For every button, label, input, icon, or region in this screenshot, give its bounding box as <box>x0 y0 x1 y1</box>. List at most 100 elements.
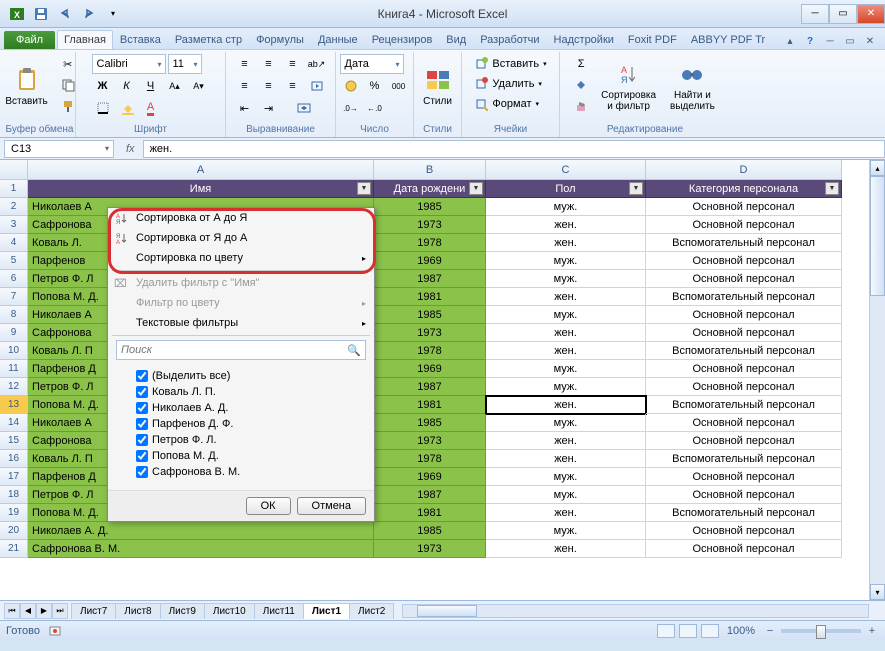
sheet-tab-Лист8[interactable]: Лист8 <box>115 603 160 619</box>
doc-restore-icon[interactable]: ▭ <box>841 33 859 49</box>
row-header-20[interactable]: 20 <box>0 522 28 540</box>
increase-decimal-icon[interactable]: .0→ <box>340 98 362 118</box>
cell-B2[interactable]: 1985 <box>374 198 486 216</box>
merge-icon[interactable] <box>282 98 326 118</box>
filter-check-item[interactable]: Сафронова В. М. <box>136 464 362 480</box>
row-header-9[interactable]: 9 <box>0 324 28 342</box>
filter-ok-button[interactable]: ОК <box>246 497 291 515</box>
cell-D9[interactable]: Основной персонал <box>646 324 842 342</box>
cell-C13[interactable]: жен. <box>486 396 646 414</box>
font-size-combo[interactable]: 11 <box>168 54 202 74</box>
cell-C3[interactable]: жен. <box>486 216 646 234</box>
cell-B15[interactable]: 1973 <box>374 432 486 450</box>
cell-C8[interactable]: муж. <box>486 306 646 324</box>
formula-input[interactable]: жен. <box>143 140 885 158</box>
align-left-icon[interactable]: ≡ <box>234 76 256 96</box>
doc-minimize-icon[interactable]: ─ <box>821 33 839 49</box>
cell-D19[interactable]: Вспомогательный персонал <box>646 504 842 522</box>
borders-icon[interactable] <box>92 98 114 118</box>
filter-check-item[interactable]: Николаев А. Д. <box>136 400 362 416</box>
cell-B11[interactable]: 1969 <box>374 360 486 378</box>
undo-icon[interactable] <box>54 4 76 24</box>
delete-cells-button[interactable]: Удалить▾ <box>473 74 547 94</box>
cell-B4[interactable]: 1978 <box>374 234 486 252</box>
find-select-button[interactable]: Найти и выделить <box>665 54 720 118</box>
cell-D14[interactable]: Основной персонал <box>646 414 842 432</box>
scroll-down-icon[interactable]: ▾ <box>870 584 885 600</box>
cell-B9[interactable]: 1973 <box>374 324 486 342</box>
fill-icon[interactable] <box>570 75 592 95</box>
filter-check-item[interactable]: Петров Ф. Л. <box>136 432 362 448</box>
align-center-icon[interactable]: ≡ <box>258 76 280 96</box>
row-header-19[interactable]: 19 <box>0 504 28 522</box>
page-layout-view-icon[interactable] <box>679 624 697 638</box>
row-header-16[interactable]: 16 <box>0 450 28 468</box>
decrease-font-icon[interactable]: A▾ <box>188 76 210 96</box>
ribbon-tab-1[interactable]: Вставка <box>113 30 168 49</box>
qat-customize-icon[interactable]: ▾ <box>102 4 124 24</box>
cell-B18[interactable]: 1987 <box>374 486 486 504</box>
cell-D21[interactable]: Основной персонал <box>646 540 842 558</box>
row-header-6[interactable]: 6 <box>0 270 28 288</box>
increase-indent-icon[interactable]: ⇥ <box>258 98 280 118</box>
row-header-21[interactable]: 21 <box>0 540 28 558</box>
cell-D5[interactable]: Основной персонал <box>646 252 842 270</box>
row-header-12[interactable]: 12 <box>0 378 28 396</box>
filter-check-item[interactable]: (Выделить все) <box>136 368 362 384</box>
scroll-up-icon[interactable]: ▴ <box>870 160 885 176</box>
cell-B3[interactable]: 1973 <box>374 216 486 234</box>
cell-C16[interactable]: жен. <box>486 450 646 468</box>
help-icon[interactable]: ? <box>801 33 819 49</box>
cell-D18[interactable]: Основной персонал <box>646 486 842 504</box>
cell-C4[interactable]: жен. <box>486 234 646 252</box>
ribbon-tab-2[interactable]: Разметка стр <box>168 30 249 49</box>
align-middle-icon[interactable]: ≡ <box>258 54 280 74</box>
column-header-D[interactable]: D <box>646 160 842 180</box>
autosum-icon[interactable]: Σ <box>570 54 592 74</box>
cell-B8[interactable]: 1985 <box>374 306 486 324</box>
row-header-10[interactable]: 10 <box>0 342 28 360</box>
row-header-3[interactable]: 3 <box>0 216 28 234</box>
cell-D20[interactable]: Основной персонал <box>646 522 842 540</box>
column-header-C[interactable]: C <box>486 160 646 180</box>
sheet-next-icon[interactable]: ▶ <box>36 603 52 619</box>
cell-C6[interactable]: муж. <box>486 270 646 288</box>
ribbon-tab-3[interactable]: Формулы <box>249 30 311 49</box>
row-header-18[interactable]: 18 <box>0 486 28 504</box>
filter-check-item[interactable]: Попова М. Д. <box>136 448 362 464</box>
decrease-indent-icon[interactable]: ⇤ <box>234 98 256 118</box>
cell-C21[interactable]: жен. <box>486 540 646 558</box>
clear-icon[interactable] <box>570 96 592 116</box>
ribbon-tab-9[interactable]: Foxit PDF <box>621 30 684 49</box>
comma-icon[interactable]: 000 <box>388 76 410 96</box>
cell-C12[interactable]: муж. <box>486 378 646 396</box>
cell-D2[interactable]: Основной персонал <box>646 198 842 216</box>
macro-record-icon[interactable] <box>48 624 62 638</box>
format-cells-button[interactable]: Формат▾ <box>473 94 547 114</box>
cell-D6[interactable]: Основной персонал <box>646 270 842 288</box>
select-all-corner[interactable] <box>0 160 28 180</box>
sheet-tab-Лист10[interactable]: Лист10 <box>204 603 255 619</box>
sheet-tab-Лист11[interactable]: Лист11 <box>254 603 304 619</box>
cell-D13[interactable]: Вспомогательный персонал <box>646 396 842 414</box>
row-header-4[interactable]: 4 <box>0 234 28 252</box>
cell-C20[interactable]: муж. <box>486 522 646 540</box>
cell-D17[interactable]: Основной персонал <box>646 468 842 486</box>
cell-C9[interactable]: жен. <box>486 324 646 342</box>
sort-za-item[interactable]: ЯАСортировка от Я до А <box>108 228 374 248</box>
zoom-out-icon[interactable]: − <box>763 624 777 638</box>
redo-icon[interactable] <box>78 4 100 24</box>
cell-C18[interactable]: муж. <box>486 486 646 504</box>
doc-close-icon[interactable]: ✕ <box>861 33 879 49</box>
row-header-14[interactable]: 14 <box>0 414 28 432</box>
cell-B7[interactable]: 1981 <box>374 288 486 306</box>
ribbon-tab-5[interactable]: Рецензиров <box>365 30 440 49</box>
filter-arrow-B[interactable]: ▼ <box>469 182 483 195</box>
fill-color-icon[interactable] <box>116 98 138 118</box>
row-header-5[interactable]: 5 <box>0 252 28 270</box>
filter-arrow-C[interactable]: ▼ <box>629 182 643 195</box>
cell-C5[interactable]: муж. <box>486 252 646 270</box>
cell-D3[interactable]: Основной персонал <box>646 216 842 234</box>
cell-D12[interactable]: Основной персонал <box>646 378 842 396</box>
vertical-scrollbar[interactable]: ▴ ▾ <box>869 160 885 600</box>
